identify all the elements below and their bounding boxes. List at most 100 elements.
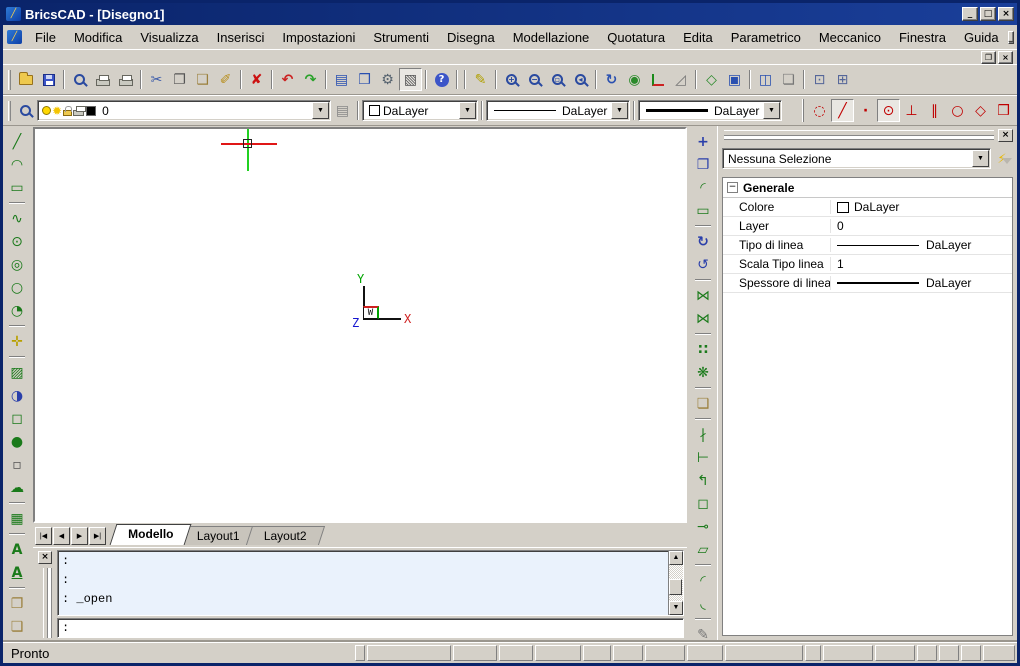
print-preview-button[interactable]: [68, 68, 91, 91]
property-value[interactable]: 1: [831, 257, 1012, 271]
zoom-out-button[interactable]: −: [523, 68, 546, 91]
minimize-button[interactable]: _: [962, 7, 978, 21]
menu-quotatura[interactable]: Quotatura: [598, 27, 674, 48]
mtext-button[interactable]: A: [6, 561, 29, 584]
ucs-axes-button[interactable]: [646, 68, 669, 91]
command-close-button[interactable]: ×: [38, 551, 52, 564]
circle-button[interactable]: ⊙: [6, 230, 29, 253]
rotate-3d-button[interactable]: ↺: [692, 253, 715, 276]
explode-button[interactable]: ▱: [692, 538, 715, 561]
undo-button[interactable]: ↶: [276, 68, 299, 91]
ellipse-button[interactable]: ○: [6, 276, 29, 299]
match-properties-button[interactable]: ✐: [214, 68, 237, 91]
status-cell[interactable]: [535, 645, 581, 661]
mdi-minimize-button[interactable]: _: [1008, 31, 1014, 44]
status-cell[interactable]: [367, 645, 451, 661]
tab-layout2[interactable]: Layout2: [246, 526, 325, 545]
perspective-button[interactable]: ◿: [669, 68, 692, 91]
move-button[interactable]: +: [692, 130, 715, 153]
tile-windows-button[interactable]: ◫: [754, 68, 777, 91]
boundary-button[interactable]: ◻: [6, 407, 29, 430]
lineweight-dropdown[interactable]: DaLayer ▼: [638, 100, 782, 121]
toolbar-grip[interactable]: [8, 101, 11, 121]
insert-object-button[interactable]: ❏: [692, 392, 715, 415]
mdi-close-button[interactable]: ×: [998, 51, 1013, 64]
zoom-previous-button[interactable]: ◂: [569, 68, 592, 91]
scroll-up-arrow[interactable]: ▲: [669, 551, 683, 565]
property-row[interactable]: Layer0: [723, 217, 1012, 236]
revision-cloud-button[interactable]: ☁: [6, 476, 29, 499]
donut-button[interactable]: ◎: [6, 253, 29, 276]
offset-curve-button[interactable]: ◜: [692, 176, 715, 199]
scroll-down-arrow[interactable]: ▼: [669, 601, 683, 615]
menu-impostazioni[interactable]: Impostazioni: [273, 27, 364, 48]
properties-bar-toggle-button[interactable]: ▧: [399, 68, 422, 91]
property-value[interactable]: DaLayer: [831, 238, 1012, 252]
polyline-button[interactable]: ∿: [6, 207, 29, 230]
copy-entity-button[interactable]: ❐: [692, 153, 715, 176]
status-cell[interactable]: [453, 645, 497, 661]
settings-button[interactable]: ⚙: [376, 68, 399, 91]
arc-button[interactable]: ◠: [6, 153, 29, 176]
esnap-endpoint-button[interactable]: ╱: [831, 99, 854, 122]
new-window-button[interactable]: ❏: [777, 68, 800, 91]
status-cell[interactable]: [583, 645, 611, 661]
table-button[interactable]: ▦: [6, 507, 29, 530]
rectangle-button[interactable]: ▭: [6, 176, 29, 199]
edit-polyline-button[interactable]: ↰: [692, 469, 715, 492]
close-button[interactable]: ×: [998, 7, 1014, 21]
insert-block-button[interactable]: ❐: [6, 592, 29, 615]
selection-dropdown[interactable]: Nessuna Selezione ▼: [722, 148, 991, 169]
esnap-insertion-button[interactable]: ❒: [992, 99, 1015, 122]
status-cell[interactable]: [613, 645, 643, 661]
status-cell[interactable]: [823, 645, 873, 661]
export-plot-button[interactable]: [114, 68, 137, 91]
esnap-quadrant-button[interactable]: ◇: [969, 99, 992, 122]
collapse-icon[interactable]: −: [727, 182, 738, 193]
command-grip[interactable]: [43, 568, 48, 638]
sketch-button[interactable]: ✎: [469, 68, 492, 91]
command-input[interactable]: :: [57, 618, 684, 638]
command-scrollbar[interactable]: ▲ ▼: [668, 551, 683, 615]
selection-dropdown-arrow[interactable]: ▼: [972, 150, 989, 167]
wipeout-button[interactable]: ▫: [6, 453, 29, 476]
tab-modello[interactable]: Modello: [110, 524, 192, 545]
scroll-track[interactable]: [669, 565, 683, 601]
chamfer-button[interactable]: ◟: [692, 592, 715, 615]
ellipse-arc-button[interactable]: ◔: [6, 299, 29, 322]
save-button[interactable]: [37, 68, 60, 91]
status-cell[interactable]: [805, 645, 821, 661]
panel-grip[interactable]: [724, 130, 994, 136]
break-button[interactable]: ◻: [692, 492, 715, 515]
array-polar-button[interactable]: ❋: [692, 361, 715, 384]
status-cell[interactable]: [725, 645, 803, 661]
drawing-explorer-button[interactable]: ▤: [330, 68, 353, 91]
toolbar-grip[interactable]: [8, 70, 11, 90]
property-value[interactable]: DaLayer: [831, 200, 1012, 214]
menu-edita[interactable]: Edita: [674, 27, 722, 48]
menu-disegna[interactable]: Disegna: [438, 27, 504, 48]
color-dropdown[interactable]: DaLayer ▼: [362, 100, 478, 121]
open-button[interactable]: [14, 68, 37, 91]
gradient-button[interactable]: ◑: [6, 384, 29, 407]
cut-button[interactable]: ✂: [145, 68, 168, 91]
mirror-button[interactable]: ⋈: [692, 284, 715, 307]
menu-file[interactable]: File: [26, 27, 65, 48]
color-dropdown-arrow[interactable]: ▼: [459, 102, 476, 119]
fillet-button[interactable]: ◜: [692, 569, 715, 592]
tab-nav-prev[interactable]: ◀: [53, 527, 70, 545]
status-cell[interactable]: [875, 645, 915, 661]
status-cell[interactable]: [961, 645, 981, 661]
line-button[interactable]: ╱: [6, 130, 29, 153]
status-cell[interactable]: [917, 645, 937, 661]
wireframe-box-button[interactable]: ◇: [700, 68, 723, 91]
mirror-3d-button[interactable]: ⋈: [692, 307, 715, 330]
property-row[interactable]: Spessore di lineaDaLayer: [723, 274, 1012, 293]
tab-nav-next[interactable]: ▶: [71, 527, 88, 545]
region-button[interactable]: ●: [6, 430, 29, 453]
array-button[interactable]: ∷: [692, 338, 715, 361]
entity-sets-button[interactable]: ⊡: [808, 68, 831, 91]
scroll-thumb[interactable]: [669, 579, 682, 595]
extend-button[interactable]: ⊢: [692, 446, 715, 469]
linetype-dropdown[interactable]: DaLayer ▼: [486, 100, 630, 121]
